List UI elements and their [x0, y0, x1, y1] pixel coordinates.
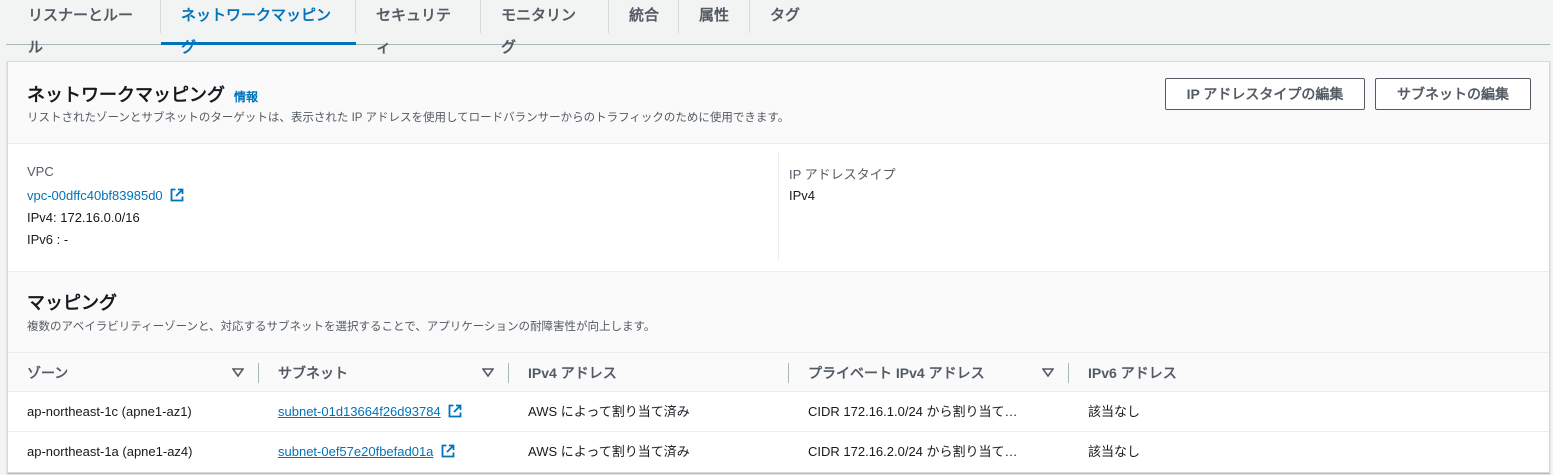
tab-tags[interactable]: タグ: [750, 0, 820, 44]
column-divider: [258, 363, 259, 383]
tab-label: ネットワークマッピング: [181, 7, 332, 56]
edit-subnets-button[interactable]: サブネットの編集: [1375, 78, 1531, 110]
ip-address-type-label: IP アドレスタイプ: [789, 167, 896, 182]
vpc-link-wrap: vpc-00dffc40bf83985d0: [27, 188, 184, 205]
page-title: ネットワークマッピング: [27, 85, 225, 105]
tab-label: リスナーとルール: [28, 7, 134, 56]
ipv6-cell: 該当なし: [1088, 444, 1141, 459]
ipv4-cell: AWS によって割り当て済み: [528, 444, 690, 459]
panel-heading: ネットワークマッピング 情報: [27, 81, 258, 107]
mappings-header: マッピング 複数のアベイラビリティーゾーンと、対応するサブネットを選択することで…: [8, 271, 1549, 355]
external-link-icon[interactable]: [441, 434, 455, 474]
vpc-ipv6: IPv6 : -: [27, 232, 69, 247]
column-divider: [788, 363, 789, 383]
mappings-heading: マッピング: [27, 289, 117, 315]
private-ipv4-cell: CIDR 172.16.1.0/24 から割り当て…: [808, 404, 1018, 419]
column-header-subnet[interactable]: サブネット: [278, 353, 348, 393]
sort-icon[interactable]: [482, 368, 494, 378]
network-mapping-panel: ネットワークマッピング 情報 リストされたゾーンとサブネットのターゲットは、表示…: [7, 61, 1550, 473]
tab-security[interactable]: セキュリティ: [356, 0, 481, 56]
tab-monitoring[interactable]: モニタリング: [481, 0, 609, 56]
column-header-ipv6: IPv6 アドレス: [1088, 365, 1177, 381]
table-header: ゾーン サブネット IPv4 アドレス プライベート IPv4 アドレス IPv…: [8, 352, 1549, 392]
tab-bar: リスナーとルール ネットワークマッピング セキュリティ モニタリング 統合 属性…: [6, 0, 1550, 56]
column-header-zone[interactable]: ゾーン: [27, 353, 68, 393]
sort-icon[interactable]: [1042, 368, 1054, 378]
tab-label: タグ: [770, 7, 801, 24]
subnet-link[interactable]: subnet-0ef57e20fbefad01a: [278, 444, 433, 459]
tab-integration[interactable]: 統合: [609, 0, 679, 44]
external-link-icon[interactable]: [448, 394, 462, 434]
subnet-cell: subnet-0ef57e20fbefad01a: [278, 432, 455, 472]
tab-label: セキュリティ: [376, 7, 452, 56]
ip-address-type-value: IPv4: [789, 188, 816, 203]
panel-description: リストされたゾーンとサブネットのターゲットは、表示された IP アドレスを使用し…: [27, 112, 790, 124]
table-row: ap-northeast-1c (apne1-az1) subnet-01d13…: [8, 392, 1549, 432]
subnet-link[interactable]: subnet-01d13664f26d93784: [278, 404, 441, 419]
private-ipv4-cell: CIDR 172.16.2.0/24 から割り当て…: [808, 444, 1018, 459]
table-row: ap-northeast-1a (apne1-az4) subnet-0ef57…: [8, 432, 1549, 472]
ipv4-cell: AWS によって割り当て済み: [528, 404, 690, 419]
external-link-icon[interactable]: [170, 188, 184, 205]
ipv6-cell: 該当なし: [1088, 404, 1141, 419]
zone-cell: ap-northeast-1c (apne1-az1): [27, 404, 192, 419]
tab-listeners-rules[interactable]: リスナーとルール: [6, 0, 161, 56]
info-link[interactable]: 情報: [234, 88, 258, 105]
tab-label: 統合: [629, 7, 660, 24]
panel-header: ネットワークマッピング 情報 リストされたゾーンとサブネットのターゲットは、表示…: [8, 62, 1549, 144]
vpc-ipv4: IPv4: 172.16.0.0/16: [27, 210, 140, 225]
vpc-label: VPC: [27, 164, 54, 179]
column-divider: [508, 363, 509, 383]
subnet-cell: subnet-01d13664f26d93784: [278, 392, 462, 432]
mappings-description: 複数のアベイラビリティーゾーンと、対応するサブネットを選択することで、アプリケー…: [27, 321, 656, 333]
edit-ip-address-type-button[interactable]: IP アドレスタイプの編集: [1165, 78, 1365, 110]
sort-icon[interactable]: [232, 368, 244, 378]
tab-label: 属性: [699, 7, 730, 24]
tab-network-mapping[interactable]: ネットワークマッピング: [161, 0, 356, 56]
zone-cell: ap-northeast-1a (apne1-az4): [27, 444, 193, 459]
column-divider: [778, 151, 779, 261]
mappings-title: マッピング: [27, 293, 117, 313]
column-divider: [1068, 363, 1069, 383]
column-header-ipv4: IPv4 アドレス: [528, 365, 617, 381]
tab-label: モニタリング: [501, 7, 577, 56]
column-header-private-ipv4[interactable]: プライベート IPv4 アドレス: [808, 353, 985, 393]
vpc-link[interactable]: vpc-00dffc40bf83985d0: [27, 188, 163, 203]
tab-attributes[interactable]: 属性: [679, 0, 750, 44]
